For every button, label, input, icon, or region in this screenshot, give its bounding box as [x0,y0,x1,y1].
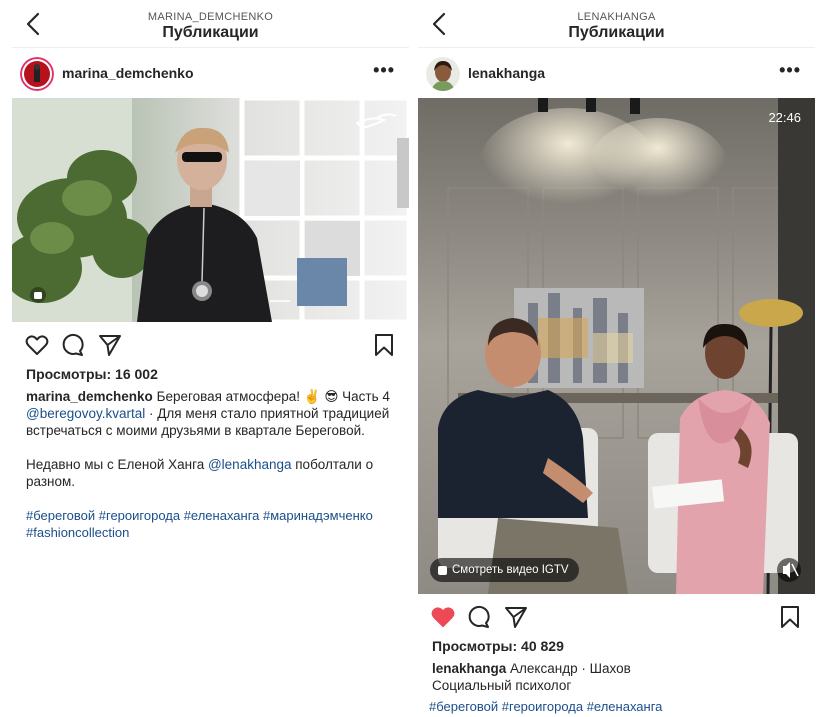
bookmark-icon[interactable] [777,604,803,630]
bookmark-icon[interactable] [371,332,397,358]
header-username: LENAKHANGA [577,11,656,23]
caption-text: Недавно мы с Еленой Ханга [26,457,208,472]
views-count: Просмотры: 16 002 [26,366,158,382]
share-icon[interactable] [503,604,529,630]
more-options-icon[interactable]: ••• [373,60,395,81]
post-header: LENAKHANGA Публикации [418,0,815,48]
avatar[interactable] [426,57,460,91]
hashtags[interactable]: #береговой #героигорода #еленаханга [418,694,815,715]
post-actions [418,594,815,638]
video-timestamp: 22:46 [768,110,801,125]
caption-username[interactable]: marina_demchenko [26,389,153,404]
share-icon[interactable] [97,332,123,358]
caption-paragraph-2: Недавно мы с Еленой Ханга @lenakhanga по… [12,439,409,490]
post-panel-right: LENAKHANGA Публикации lenakhanga ••• 22:… [418,0,815,717]
page-title: Публикации [568,24,665,41]
author-username[interactable]: marina_demchenko [62,65,194,81]
comment-icon[interactable] [466,604,492,630]
mention-link[interactable]: @beregovoy.kvartal [26,406,145,421]
caption-line-2: Социальный психолог [432,678,572,693]
igtv-icon [438,565,447,575]
post-video[interactable] [12,98,409,322]
heart-icon[interactable] [24,332,50,358]
caption-text: Александр · Шахов [510,661,631,676]
post-author-row: marina_demchenko ••• [12,48,409,98]
caption-username[interactable]: lenakhanga [432,661,506,676]
post-panel-left: MARINA_DEMCHENKO Публикации marina_demch… [12,0,409,717]
views-count: Просмотры: 40 829 [432,638,564,654]
caption: lenakhanga Александр · Шахов Социальный … [418,654,815,694]
igtv-watch-button[interactable]: Смотреть видео IGTV [430,558,579,582]
avatar[interactable] [20,57,54,91]
author-username[interactable]: lenakhanga [468,65,545,81]
post-author-row: lenakhanga ••• [418,48,815,98]
caption: marina_demchenko Береговая атмосфера! ✌️… [12,382,409,439]
post-video[interactable]: 22:46 Смотреть видео IGTV [418,98,815,594]
more-options-icon[interactable]: ••• [779,60,801,81]
hashtags[interactable]: #береговой #героигорода #еленаханга #мар… [12,490,409,541]
heart-filled-icon[interactable] [430,604,456,630]
igtv-label: Смотреть видео IGTV [452,564,569,576]
caption-text: Береговая атмосфера! ✌️ 😎 Часть 4 [156,389,390,404]
page: MARINA_DEMCHENKO Публикации marina_demch… [0,0,827,717]
post-header: MARINA_DEMCHENKO Публикации [12,0,409,48]
page-title: Публикации [162,24,259,41]
post-actions [12,322,409,366]
comment-icon[interactable] [60,332,86,358]
header-username: MARINA_DEMCHENKO [147,11,274,23]
mention-link[interactable]: @lenakhanga [208,457,292,472]
